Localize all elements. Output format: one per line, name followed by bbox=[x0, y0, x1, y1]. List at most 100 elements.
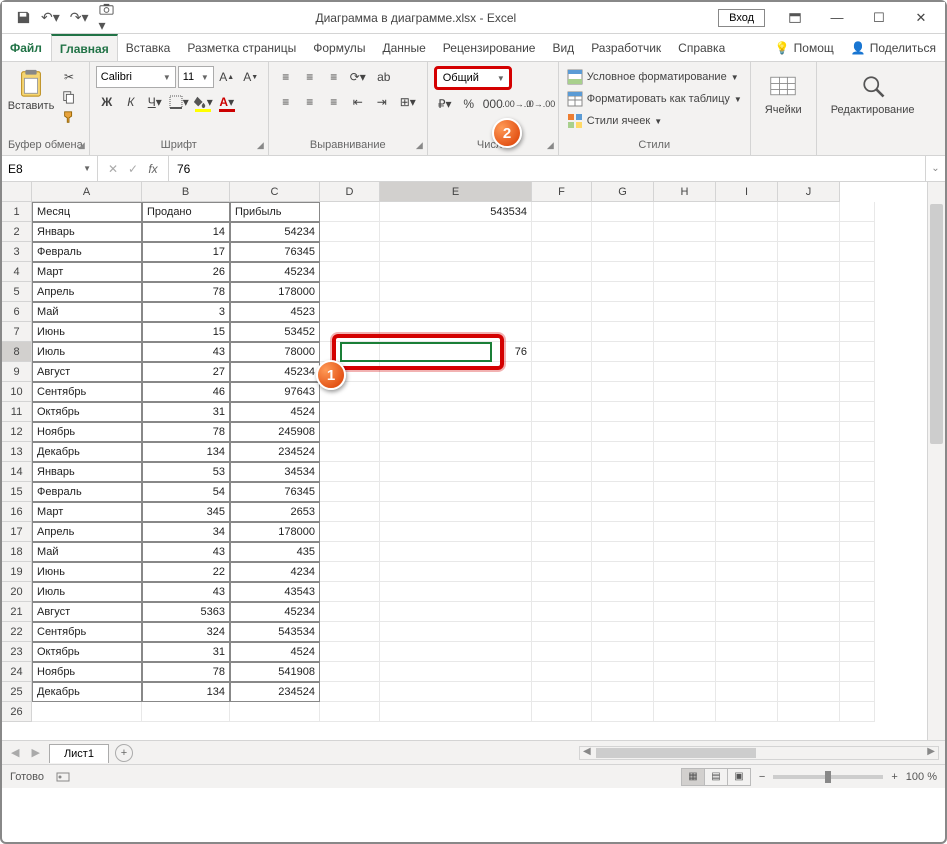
cell[interactable]: 435 bbox=[230, 542, 320, 562]
row-header-6[interactable]: 6 bbox=[2, 302, 32, 322]
format-as-table-button[interactable]: Форматировать как таблицу▼ bbox=[565, 88, 744, 110]
cell[interactable]: 134 bbox=[142, 442, 230, 462]
cell[interactable] bbox=[532, 502, 592, 522]
cell[interactable]: Февраль bbox=[32, 482, 142, 502]
comma-icon[interactable]: 000 bbox=[482, 93, 504, 115]
cell[interactable]: 78 bbox=[142, 282, 230, 302]
cell[interactable] bbox=[716, 542, 778, 562]
fx-icon[interactable]: fx bbox=[144, 162, 162, 176]
cell[interactable] bbox=[320, 582, 380, 602]
cell[interactable] bbox=[840, 222, 875, 242]
tab-developer[interactable]: Разработчик bbox=[583, 34, 670, 61]
cell[interactable] bbox=[320, 682, 380, 702]
cell-styles-button[interactable]: Стили ячеек▼ bbox=[565, 110, 744, 132]
cell[interactable] bbox=[592, 442, 654, 462]
cell[interactable]: 34534 bbox=[230, 462, 320, 482]
cell[interactable]: 4234 bbox=[230, 562, 320, 582]
cell[interactable]: Август bbox=[32, 602, 142, 622]
cell[interactable]: 46 bbox=[142, 382, 230, 402]
row-header-1[interactable]: 1 bbox=[2, 202, 32, 222]
cell[interactable] bbox=[380, 362, 532, 382]
cell[interactable] bbox=[532, 302, 592, 322]
cell[interactable] bbox=[592, 542, 654, 562]
cell[interactable] bbox=[654, 422, 716, 442]
cell[interactable]: 43 bbox=[142, 342, 230, 362]
bold-icon[interactable]: Ж bbox=[96, 91, 118, 113]
cell[interactable] bbox=[320, 482, 380, 502]
cell[interactable] bbox=[716, 642, 778, 662]
row-header-15[interactable]: 15 bbox=[2, 482, 32, 502]
cell[interactable] bbox=[592, 462, 654, 482]
cell[interactable] bbox=[320, 322, 380, 342]
row-header-25[interactable]: 25 bbox=[2, 682, 32, 702]
cell[interactable]: 2653 bbox=[230, 502, 320, 522]
cell[interactable]: Октябрь bbox=[32, 642, 142, 662]
cell[interactable] bbox=[778, 222, 840, 242]
cell[interactable] bbox=[380, 482, 532, 502]
underline-icon[interactable]: Ч▾ bbox=[144, 91, 166, 113]
cell[interactable] bbox=[532, 222, 592, 242]
tab-file[interactable]: Файл bbox=[2, 34, 51, 61]
cell[interactable] bbox=[654, 682, 716, 702]
copy-icon[interactable] bbox=[58, 88, 80, 106]
cell[interactable] bbox=[654, 442, 716, 462]
cell[interactable] bbox=[320, 222, 380, 242]
merge-icon[interactable]: ⊞▾ bbox=[395, 91, 421, 113]
cell[interactable] bbox=[380, 262, 532, 282]
cell[interactable]: Апрель bbox=[32, 522, 142, 542]
minimize-icon[interactable]: — bbox=[817, 4, 857, 32]
cell[interactable] bbox=[778, 322, 840, 342]
cell[interactable] bbox=[380, 542, 532, 562]
fill-color-icon[interactable]: ▾ bbox=[192, 91, 214, 113]
cell[interactable] bbox=[716, 382, 778, 402]
cell[interactable] bbox=[320, 502, 380, 522]
cell[interactable] bbox=[716, 462, 778, 482]
cell[interactable] bbox=[592, 362, 654, 382]
cell[interactable]: 14 bbox=[142, 222, 230, 242]
ribbon-display-icon[interactable] bbox=[775, 4, 815, 32]
cell[interactable] bbox=[532, 422, 592, 442]
cell[interactable] bbox=[320, 242, 380, 262]
row-header-18[interactable]: 18 bbox=[2, 542, 32, 562]
cell[interactable] bbox=[778, 602, 840, 622]
sheet-nav-next-icon[interactable]: ▶ bbox=[28, 746, 42, 759]
percent-icon[interactable]: % bbox=[458, 93, 480, 115]
cell[interactable] bbox=[592, 302, 654, 322]
cell[interactable] bbox=[380, 622, 532, 642]
row-header-9[interactable]: 9 bbox=[2, 362, 32, 382]
row-header-11[interactable]: 11 bbox=[2, 402, 32, 422]
scroll-right-icon[interactable]: ▶ bbox=[927, 746, 935, 757]
tab-formulas[interactable]: Формулы bbox=[305, 34, 374, 61]
cell[interactable] bbox=[716, 522, 778, 542]
cell[interactable] bbox=[654, 262, 716, 282]
cell[interactable] bbox=[320, 342, 380, 362]
cell[interactable] bbox=[320, 402, 380, 422]
cell[interactable] bbox=[32, 702, 142, 722]
camera-icon[interactable]: ▾ bbox=[99, 2, 114, 34]
decrease-indent-icon[interactable]: ⇤ bbox=[347, 91, 369, 113]
conditional-formatting-button[interactable]: Условное форматирование▼ bbox=[565, 66, 744, 88]
cell[interactable] bbox=[320, 442, 380, 462]
cell[interactable] bbox=[716, 702, 778, 722]
tab-layout[interactable]: Разметка страницы bbox=[179, 34, 305, 61]
cell[interactable] bbox=[320, 562, 380, 582]
cell[interactable] bbox=[778, 202, 840, 222]
col-header-G[interactable]: G bbox=[592, 182, 654, 202]
number-format-combo[interactable]: Общий▼ bbox=[434, 66, 512, 90]
cell[interactable] bbox=[778, 242, 840, 262]
page-break-view-icon[interactable]: ▣ bbox=[727, 768, 751, 786]
font-name-combo[interactable]: Calibri▼ bbox=[96, 66, 176, 88]
cell[interactable] bbox=[716, 242, 778, 262]
cell[interactable] bbox=[840, 502, 875, 522]
cell[interactable] bbox=[532, 482, 592, 502]
cell[interactable] bbox=[778, 362, 840, 382]
cell[interactable] bbox=[716, 342, 778, 362]
cell[interactable]: Май bbox=[32, 542, 142, 562]
cell[interactable]: Прибыль bbox=[230, 202, 320, 222]
align-top-icon[interactable]: ≡ bbox=[275, 66, 297, 88]
add-sheet-button[interactable]: + bbox=[115, 744, 133, 762]
zoom-in-icon[interactable]: + bbox=[891, 771, 897, 783]
cell[interactable] bbox=[380, 322, 532, 342]
decrease-font-icon[interactable]: A▼ bbox=[240, 66, 262, 88]
cell[interactable] bbox=[592, 522, 654, 542]
